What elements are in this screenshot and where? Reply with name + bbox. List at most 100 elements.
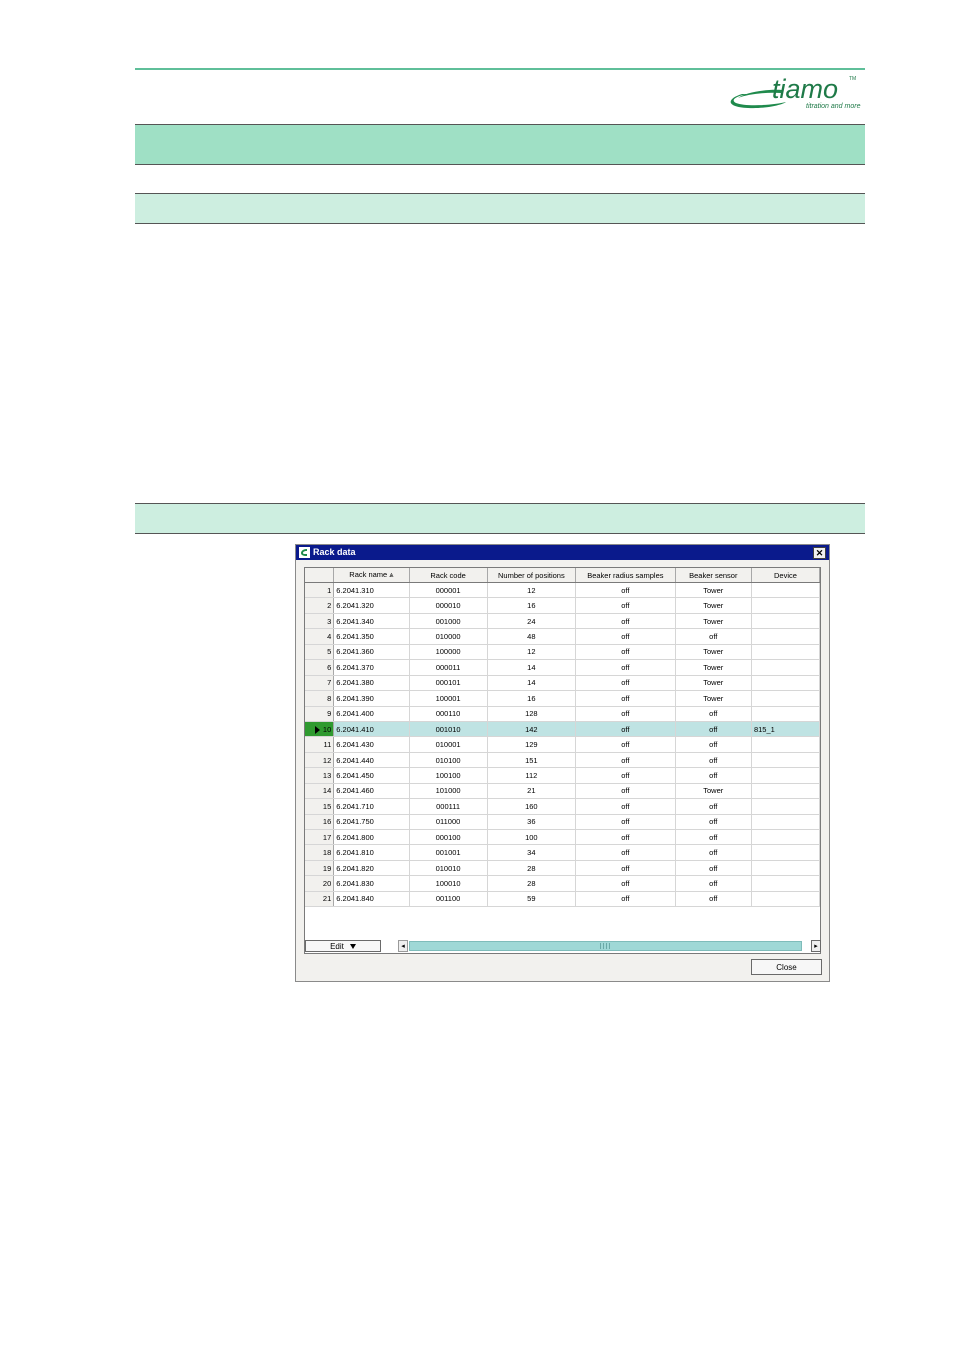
beaker-sensor-cell[interactable]: off: [675, 721, 752, 738]
rack-name-cell[interactable]: 6.2041.810: [333, 844, 410, 861]
positions-cell[interactable]: 24: [487, 613, 577, 630]
beaker-radius-cell[interactable]: off: [575, 659, 676, 676]
row-number-cell[interactable]: 1: [305, 582, 335, 599]
rack-code-cell[interactable]: 100001: [409, 690, 488, 707]
rack-name-cell[interactable]: 6.2041.460: [333, 783, 410, 800]
beaker-radius-cell[interactable]: off: [575, 597, 676, 614]
beaker-sensor-cell[interactable]: off: [675, 829, 752, 846]
rack-name-cell[interactable]: 6.2041.350: [333, 628, 410, 645]
rack-name-cell[interactable]: 6.2041.380: [333, 675, 410, 692]
rack-name-cell[interactable]: 6.2041.360: [333, 644, 410, 661]
horizontal-scrollbar[interactable]: [409, 941, 802, 951]
table-row[interactable]: 16 6.2041.750 011000 36 off off: [305, 814, 820, 831]
rack-code-cell[interactable]: 001010: [409, 721, 488, 738]
row-number-cell[interactable]: 21: [305, 891, 335, 908]
positions-cell[interactable]: 48: [487, 628, 577, 645]
table-row[interactable]: 18 6.2041.810 001001 34 off off: [305, 844, 820, 861]
table-row[interactable]: 8 6.2041.390 100001 16 off Tower: [305, 690, 820, 707]
row-number-cell[interactable]: 12: [305, 752, 335, 769]
beaker-radius-cell[interactable]: off: [575, 644, 676, 661]
rack-code-cell[interactable]: 001100: [409, 891, 488, 908]
beaker-sensor-cell[interactable]: off: [675, 736, 752, 753]
row-number-cell[interactable]: 20: [305, 875, 335, 892]
dialog-titlebar[interactable]: Rack data ✕: [296, 545, 829, 560]
rack-code-cell[interactable]: 100000: [409, 644, 488, 661]
row-number-cell[interactable]: 11: [305, 736, 335, 753]
column-header-number-of-positions[interactable]: Number of positions: [487, 568, 577, 583]
table-row[interactable]: 1 6.2041.310 000001 12 off Tower: [305, 582, 820, 599]
beaker-radius-cell[interactable]: off: [575, 860, 676, 877]
rack-name-cell[interactable]: 6.2041.410: [333, 721, 410, 738]
table-row[interactable]: 3 6.2041.340 001000 24 off Tower: [305, 613, 820, 630]
beaker-radius-cell[interactable]: off: [575, 798, 676, 815]
table-row[interactable]: 19 6.2041.820 010010 28 off off: [305, 860, 820, 877]
row-number-cell[interactable]: 8: [305, 690, 335, 707]
table-row[interactable]: 15 6.2041.710 000111 160 off off: [305, 798, 820, 815]
positions-cell[interactable]: 142: [487, 721, 577, 738]
positions-cell[interactable]: 151: [487, 752, 577, 769]
beaker-sensor-cell[interactable]: off: [675, 844, 752, 861]
table-row[interactable]: 20 6.2041.830 100010 28 off off: [305, 875, 820, 892]
beaker-sensor-cell[interactable]: Tower: [675, 675, 752, 692]
rack-name-cell[interactable]: 6.2041.800: [333, 829, 410, 846]
rack-code-cell[interactable]: 000111: [409, 798, 488, 815]
rack-code-cell[interactable]: 000100: [409, 829, 488, 846]
positions-cell[interactable]: 160: [487, 798, 577, 815]
table-row[interactable]: 10 6.2041.410 001010 142 off off 815_1: [305, 721, 820, 738]
beaker-sensor-cell[interactable]: off: [675, 628, 752, 645]
positions-cell[interactable]: 28: [487, 860, 577, 877]
device-cell[interactable]: [751, 675, 820, 692]
beaker-radius-cell[interactable]: off: [575, 706, 676, 722]
beaker-sensor-cell[interactable]: off: [675, 814, 752, 831]
row-number-cell[interactable]: 10: [305, 721, 335, 738]
device-cell[interactable]: [751, 690, 820, 707]
device-cell[interactable]: [751, 767, 820, 784]
device-cell[interactable]: [751, 875, 820, 892]
beaker-sensor-cell[interactable]: Tower: [675, 644, 752, 661]
rack-code-cell[interactable]: 100010: [409, 875, 488, 892]
beaker-sensor-cell[interactable]: Tower: [675, 582, 752, 599]
column-header-device[interactable]: Device: [751, 568, 820, 583]
positions-cell[interactable]: 59: [487, 891, 577, 908]
positions-cell[interactable]: 14: [487, 659, 577, 676]
beaker-sensor-cell[interactable]: Tower: [675, 597, 752, 614]
rack-code-cell[interactable]: 001000: [409, 613, 488, 630]
positions-cell[interactable]: 28: [487, 875, 577, 892]
positions-cell[interactable]: 21: [487, 783, 577, 800]
rack-name-cell[interactable]: 6.2041.340: [333, 613, 410, 630]
beaker-radius-cell[interactable]: off: [575, 783, 676, 800]
positions-cell[interactable]: 100: [487, 829, 577, 846]
table-row[interactable]: 13 6.2041.450 100100 112 off off: [305, 767, 820, 784]
device-cell[interactable]: [751, 706, 820, 722]
rack-name-cell[interactable]: 6.2041.370: [333, 659, 410, 676]
positions-cell[interactable]: 14: [487, 675, 577, 692]
table-row[interactable]: 7 6.2041.380 000101 14 off Tower: [305, 675, 820, 692]
rack-code-cell[interactable]: 011000: [409, 814, 488, 831]
rack-name-cell[interactable]: 6.2041.820: [333, 860, 410, 877]
beaker-radius-cell[interactable]: off: [575, 844, 676, 861]
edit-menu-button[interactable]: Edit: [305, 940, 381, 952]
beaker-radius-cell[interactable]: off: [575, 767, 676, 784]
rack-name-cell[interactable]: 6.2041.400: [333, 706, 410, 722]
device-cell[interactable]: [751, 659, 820, 676]
device-cell[interactable]: 815_1: [751, 721, 820, 738]
table-row[interactable]: 6 6.2041.370 000011 14 off Tower: [305, 659, 820, 676]
beaker-sensor-cell[interactable]: Tower: [675, 690, 752, 707]
row-number-cell[interactable]: 4: [305, 628, 335, 645]
row-number-cell[interactable]: 19: [305, 860, 335, 877]
positions-cell[interactable]: 16: [487, 597, 577, 614]
beaker-sensor-cell[interactable]: off: [675, 891, 752, 908]
device-cell[interactable]: [751, 644, 820, 661]
rack-name-cell[interactable]: 6.2041.390: [333, 690, 410, 707]
device-cell[interactable]: [751, 844, 820, 861]
beaker-radius-cell[interactable]: off: [575, 721, 676, 738]
table-row[interactable]: 5 6.2041.360 100000 12 off Tower: [305, 644, 820, 661]
table-row[interactable]: 4 6.2041.350 010000 48 off off: [305, 628, 820, 645]
device-cell[interactable]: [751, 829, 820, 846]
dialog-close-icon[interactable]: ✕: [813, 547, 826, 559]
row-number-cell[interactable]: 7: [305, 675, 335, 692]
rack-code-cell[interactable]: 010000: [409, 628, 488, 645]
device-cell[interactable]: [751, 860, 820, 877]
beaker-sensor-cell[interactable]: Tower: [675, 783, 752, 800]
beaker-sensor-cell[interactable]: off: [675, 752, 752, 769]
